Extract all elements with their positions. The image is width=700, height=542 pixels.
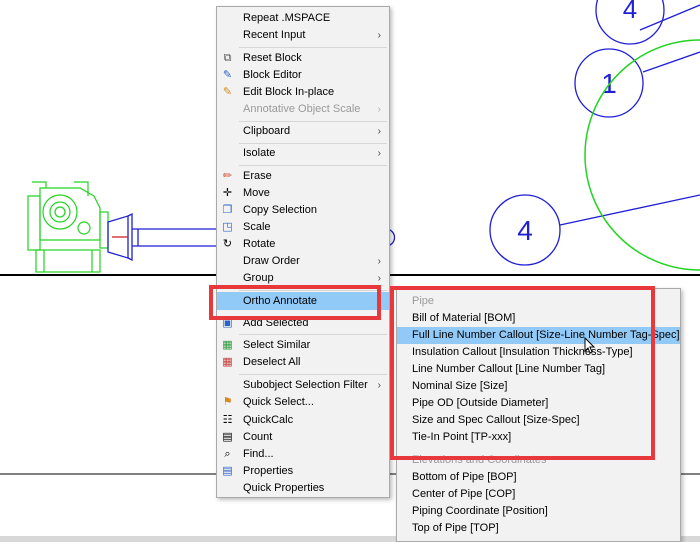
submenu-item-size-spec-callout[interactable]: Size and Spec Callout [Size-Spec] — [397, 412, 680, 429]
menu-item-block-editor[interactable]: ✎ Block Editor — [217, 67, 389, 84]
deselect-all-icon: ▦ — [222, 356, 233, 368]
menu-item-repeat-mspace[interactable]: Repeat .MSPACE — [217, 10, 389, 27]
submenu-item-bottom-of-pipe[interactable]: Bottom of Pipe [BOP] — [397, 469, 680, 486]
balloon-label-lower: 4 — [517, 215, 533, 246]
menu-separator — [239, 374, 387, 375]
balloon-lower: 4 — [489, 194, 700, 266]
submenu-header-pipe: Pipe — [412, 295, 435, 307]
erase-icon: ✏ — [222, 170, 233, 182]
menu-separator — [239, 121, 387, 122]
menu-item-rotate[interactable]: ↻ Rotate — [217, 236, 389, 253]
submenu-item-nominal-size[interactable]: Nominal Size [Size] — [397, 378, 680, 395]
menu-item-annotative-object-scale[interactable]: Annotative Object Scale › — [217, 101, 389, 118]
rotate-icon: ↻ — [222, 238, 233, 250]
submenu-item-insulation-callout[interactable]: Insulation Callout [Insulation Thickness… — [397, 344, 680, 361]
menu-separator — [239, 290, 387, 291]
menu-item-quick-select[interactable]: ⚑ Quick Select... — [217, 394, 389, 411]
copy-icon: ❐ — [222, 204, 233, 216]
submenu-item-tie-in-point[interactable]: Tie-In Point [TP-xxx] — [397, 429, 680, 446]
menu-item-quickcalc[interactable]: ☷ QuickCalc — [217, 412, 389, 429]
edit-block-inplace-icon: ✎ — [222, 86, 233, 98]
menu-item-group[interactable]: Group › — [217, 270, 389, 287]
menu-item-clipboard[interactable]: Clipboard › — [217, 123, 389, 140]
ortho-annotate-submenu: Pipe Bill of Material [BOM] Full Line Nu… — [396, 288, 681, 542]
move-icon: ✛ — [222, 187, 233, 199]
add-selected-icon: ▣ — [222, 317, 233, 329]
submenu-arrow-icon: › — [377, 380, 381, 391]
find-icon: ⌕ — [224, 448, 231, 460]
menu-separator — [239, 47, 387, 48]
select-similar-icon: ▦ — [222, 339, 233, 351]
mouse-cursor-icon — [584, 337, 596, 354]
context-menu: Repeat .MSPACE Recent Input › ⧉ Reset Bloc… — [216, 6, 390, 498]
block-editor-icon: ✎ — [222, 69, 233, 81]
menu-item-subobject-selection-filter[interactable]: Subobject Selection Filter › — [217, 377, 389, 394]
menu-item-reset-block[interactable]: ⧉ Reset Block — [217, 50, 389, 67]
balloon-top: 4 — [595, 0, 665, 45]
count-icon: ▤ — [222, 431, 233, 443]
balloon-middle: 1 — [574, 4, 700, 118]
menu-item-recent-input[interactable]: Recent Input › — [217, 27, 389, 44]
scale-icon: ◳ — [222, 221, 233, 233]
menu-separator — [239, 165, 387, 166]
submenu-arrow-icon: › — [377, 295, 381, 306]
submenu-arrow-icon: › — [377, 126, 381, 137]
submenu-header-elevations: Elevations and Coordinates — [412, 454, 547, 466]
properties-icon: ▤ — [222, 465, 233, 477]
menu-item-scale[interactable]: ◳ Scale — [217, 219, 389, 236]
menu-item-ortho-annotate[interactable]: Ortho Annotate › — [217, 292, 389, 310]
menu-item-find[interactable]: ⌕ Find... — [217, 446, 389, 463]
submenu-arrow-icon: › — [377, 148, 381, 159]
menu-item-isolate[interactable]: Isolate › — [217, 145, 389, 162]
submenu-item-line-number-callout[interactable]: Line Number Callout [Line Number Tag] — [397, 361, 680, 378]
submenu-item-bom[interactable]: Bill of Material [BOM] — [397, 310, 680, 327]
menu-item-edit-block-inplace[interactable]: ✎ Edit Block In-place — [217, 84, 389, 101]
submenu-item-piping-coordinate[interactable]: Piping Coordinate [Position] — [397, 503, 680, 520]
submenu-arrow-icon: › — [377, 30, 381, 41]
submenu-item-full-line-number-callout[interactable]: Full Line Number Callout [Size-Line Numb… — [397, 327, 680, 344]
quickcalc-icon: ☷ — [222, 414, 233, 426]
menu-item-count[interactable]: ▤ Count — [217, 429, 389, 446]
menu-item-erase[interactable]: ✏ Erase — [217, 168, 389, 185]
menu-item-draw-order[interactable]: Draw Order › — [217, 253, 389, 270]
menu-item-add-selected[interactable]: ▣ Add Selected — [217, 315, 389, 332]
submenu-arrow-icon: › — [377, 273, 381, 284]
balloon-label-top: 4 — [623, 0, 637, 24]
pump-equipment — [27, 181, 109, 273]
menu-item-move[interactable]: ✛ Move — [217, 185, 389, 202]
menu-item-copy-selection[interactable]: ❐ Copy Selection — [217, 202, 389, 219]
menu-item-select-similar[interactable]: ▦ Select Similar — [217, 337, 389, 354]
menu-item-quick-properties[interactable]: Quick Properties — [217, 480, 389, 497]
quick-select-icon: ⚑ — [222, 396, 233, 408]
menu-item-deselect-all[interactable]: ▦ Deselect All — [217, 354, 389, 371]
reset-block-icon: ⧉ — [223, 52, 232, 64]
submenu-item-top-of-pipe[interactable]: Top of Pipe [TOP] — [397, 520, 680, 537]
menu-item-properties[interactable]: ▤ Properties — [217, 463, 389, 480]
submenu-item-pipe-od[interactable]: Pipe OD [Outside Diameter] — [397, 395, 680, 412]
menu-separator — [239, 334, 387, 335]
menu-separator — [239, 143, 387, 144]
submenu-arrow-icon: › — [377, 256, 381, 267]
submenu-item-center-of-pipe[interactable]: Center of Pipe [COP] — [397, 486, 680, 503]
submenu-arrow-icon: › — [377, 104, 381, 115]
